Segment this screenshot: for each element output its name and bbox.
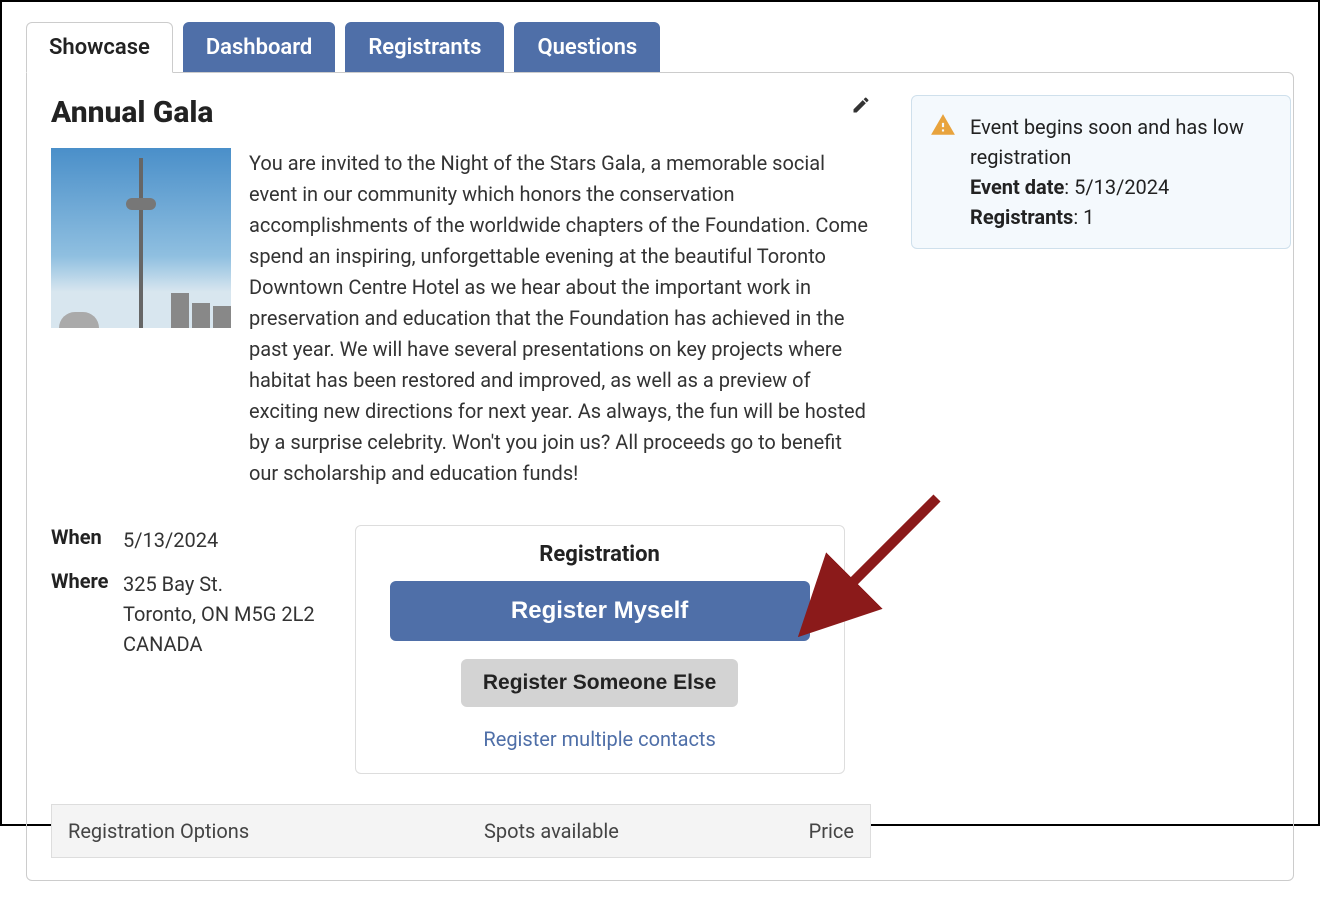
alert-registrants-label: Registrants	[970, 205, 1073, 229]
where-line1: 325 Bay St.	[123, 572, 223, 596]
event-title: Annual Gala	[51, 95, 213, 130]
edit-icon[interactable]	[851, 95, 871, 119]
where-line2: Toronto, ON M5G 2L2	[123, 602, 315, 626]
where-label: Where	[51, 569, 123, 659]
register-someone-else-button[interactable]: Register Someone Else	[461, 659, 738, 707]
tab-questions[interactable]: Questions	[514, 22, 660, 73]
register-multiple-link[interactable]: Register multiple contacts	[378, 727, 822, 751]
when-label: When	[51, 525, 123, 555]
event-description: You are invited to the Night of the Star…	[249, 148, 871, 489]
tabs-bar: Showcase Dashboard Registrants Questions	[26, 22, 1294, 73]
alert-event-date-label: Event date	[970, 175, 1064, 199]
when-value: 5/13/2024	[123, 525, 218, 555]
register-myself-button[interactable]: Register Myself	[390, 581, 810, 641]
registration-card: Registration Register Myself Register So…	[355, 525, 845, 774]
tab-registrants[interactable]: Registrants	[345, 22, 504, 73]
low-registration-alert: Event begins soon and has low registrati…	[911, 95, 1291, 249]
alert-registrants-value: 1	[1083, 205, 1094, 229]
alert-message: Event begins soon and has low registrati…	[970, 115, 1244, 169]
where-line3: CANADA	[123, 632, 203, 656]
content-panel: Annual Gala You are invited to the	[26, 72, 1294, 881]
tab-dashboard[interactable]: Dashboard	[183, 22, 335, 73]
col-spots-available: Spots available	[484, 819, 774, 843]
registration-title: Registration	[378, 542, 822, 567]
tab-showcase[interactable]: Showcase	[26, 22, 173, 73]
event-image	[51, 148, 231, 328]
col-registration-options: Registration Options	[68, 819, 484, 843]
where-value: 325 Bay St. Toronto, ON M5G 2L2 CANADA	[123, 569, 315, 659]
registration-options-table: Registration Options Spots available Pri…	[51, 804, 871, 858]
alert-event-date-value: 5/13/2024	[1074, 175, 1169, 199]
warning-icon	[930, 112, 956, 142]
col-price: Price	[774, 819, 854, 843]
